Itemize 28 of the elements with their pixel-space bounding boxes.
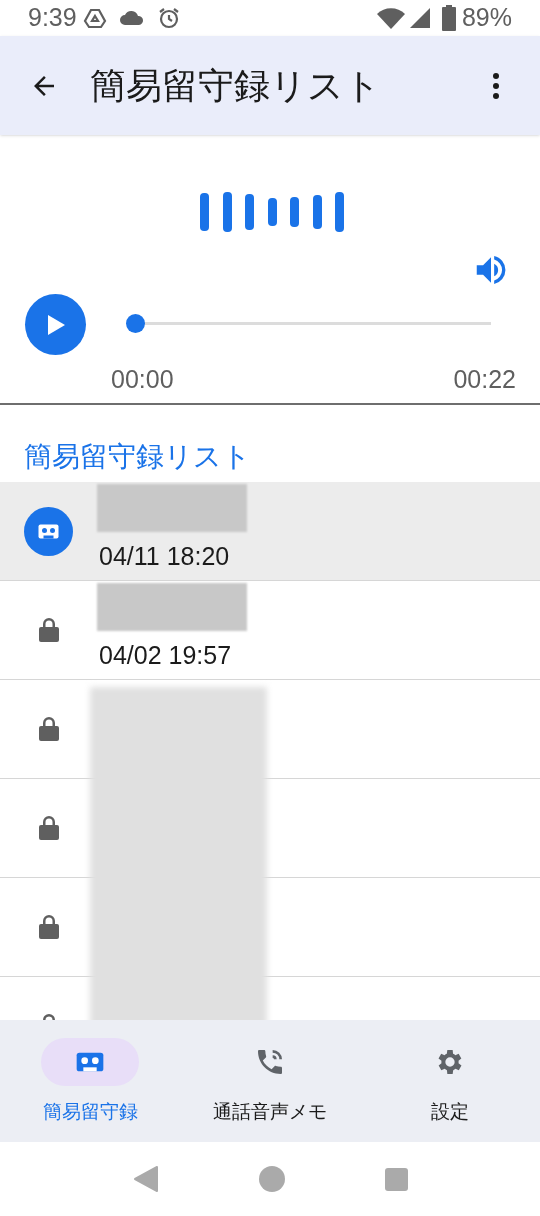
voicemail-date: 04/02 19:57 [99,640,233,672]
home-nav-button[interactable] [258,1166,285,1192]
section-header: 簡易留守録リスト [24,440,251,474]
cloud-icon [118,9,145,27]
lock-icon [37,716,60,742]
play-button[interactable] [25,294,86,355]
list-row[interactable]: 04/11 18:20 [0,482,540,581]
total-duration: 00:22 [453,364,516,395]
lock-icon [37,815,60,841]
lock-icon [37,914,60,940]
drive-icon [82,6,107,30]
nav-tab[interactable]: 簡易留守録 [0,1020,180,1142]
elapsed-time: 00:00 [111,364,174,395]
nav-tab[interactable]: 設定 [360,1020,540,1142]
wifi-icon [375,6,406,30]
recents-nav-button[interactable] [384,1167,408,1191]
voicemail-date: 04/11 18:20 [99,541,231,573]
status-time: 9:39 [28,2,77,34]
more-vert-icon [492,71,500,100]
seek-slider[interactable] [126,314,491,334]
list-row[interactable]: 04/02 19:57 [0,581,540,680]
battery-icon [441,5,456,31]
back-nav-button[interactable] [132,1165,159,1193]
app-bar-title: 簡易留守録リスト [90,63,382,108]
voicemail-icon [24,506,73,556]
battery-percent: 89% [461,2,512,34]
nav-tab[interactable]: 通話音声メモ [180,1020,360,1142]
lock-icon [37,617,60,643]
